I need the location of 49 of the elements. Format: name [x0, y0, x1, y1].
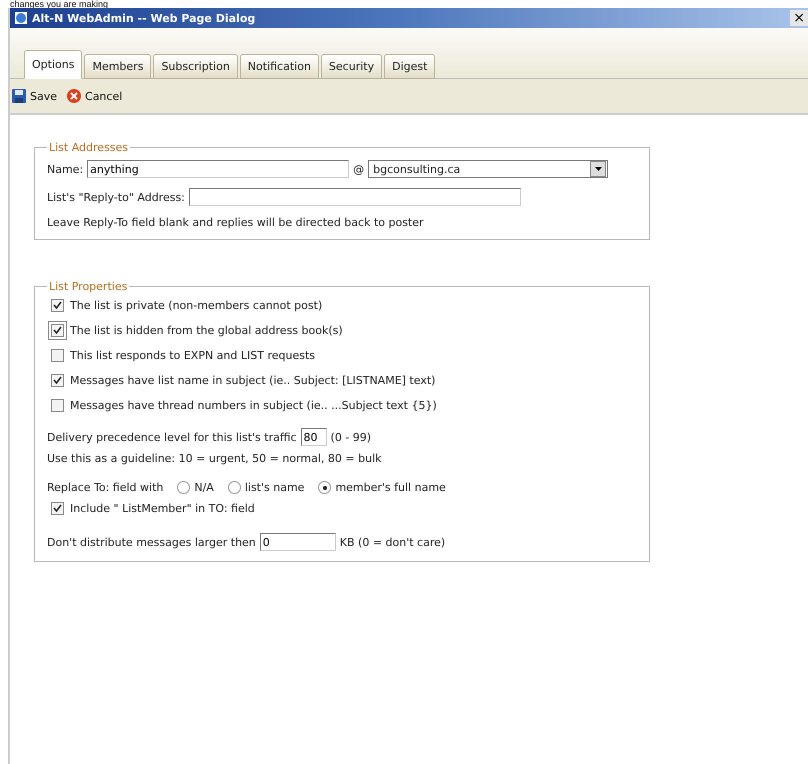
reply-to-label: List's "Reply-to" Address: [47, 190, 185, 204]
cancel-icon [67, 89, 82, 103]
window-title: Alt-N WebAdmin -- Web Page Dialog [32, 12, 256, 24]
caret-icon [594, 167, 602, 171]
radio-label: N/A [194, 481, 214, 494]
precedence-label: Delivery precedence level for this list's traffic [47, 430, 297, 444]
radio-label: member's full name [335, 481, 446, 494]
save-button[interactable]: Save [12, 89, 58, 103]
close-button[interactable]: × [790, 10, 808, 26]
size-limit-field[interactable]: 0 [260, 533, 336, 551]
precedence-range: (0 - 99) [330, 430, 372, 444]
tab[interactable]: Digest [384, 54, 436, 79]
checkbox[interactable] [51, 374, 64, 387]
group-legend: List Properties [47, 280, 130, 293]
tab[interactable]: Security [320, 54, 382, 79]
reply-to-note: Leave Reply-To field blank and replies will be directed back to poster [47, 216, 425, 229]
globe-icon [14, 11, 28, 25]
tab[interactable]: Subscription [153, 54, 238, 79]
tab[interactable]: Notification [240, 54, 319, 79]
size-unit: KB (0 = don't care) [340, 536, 446, 548]
precedence-field[interactable]: 80 [300, 428, 327, 446]
cancel-button[interactable]: Cancel [67, 89, 122, 103]
checkbox[interactable] [51, 299, 64, 312]
at-sign: @ [353, 162, 364, 176]
radio-button[interactable] [177, 481, 190, 494]
tab[interactable]: Options [24, 50, 82, 79]
domain-dropdown[interactable]: bgconsulting.ca [368, 160, 608, 178]
radio-button[interactable] [318, 481, 332, 494]
radio-button[interactable] [228, 481, 241, 494]
page-caption: changes you are making [9, 0, 110, 8]
checkbox[interactable] [51, 399, 64, 412]
reply-to-field[interactable] [188, 188, 521, 206]
checkbox[interactable] [51, 349, 64, 362]
checkbox-label: Messages have list name in subject (ie.. Subject: [LISTNAME] text) [70, 374, 436, 387]
checkbox-label: This list responds to EXPN and LIST requests [70, 349, 315, 362]
checkbox-label: The list is private (non-members cannot post) [70, 299, 322, 312]
checkbox[interactable] [51, 502, 64, 515]
checkbox[interactable] [51, 324, 64, 337]
checkbox-label: Include " ListMember" in TO: field [70, 502, 255, 515]
name-field[interactable]: anything [87, 160, 350, 178]
checkbox-label: The list is hidden from the global address book(s) [70, 324, 343, 337]
checkbox-label: Messages have thread numbers in subject (ie.. ...Subject text {5}) [70, 399, 437, 412]
replace-to-label: Replace To: field with [47, 481, 164, 494]
name-label: Name: [47, 162, 84, 176]
tab[interactable]: Members [84, 54, 152, 79]
size-limit-label: Don't distribute messages larger then [47, 536, 256, 548]
guideline-text: Use this as a guideline: 10 = urgent, 50 = normal, 80 = bulk [47, 452, 383, 465]
radio-label: list's name [244, 481, 304, 494]
group-legend: List Addresses [47, 141, 130, 154]
